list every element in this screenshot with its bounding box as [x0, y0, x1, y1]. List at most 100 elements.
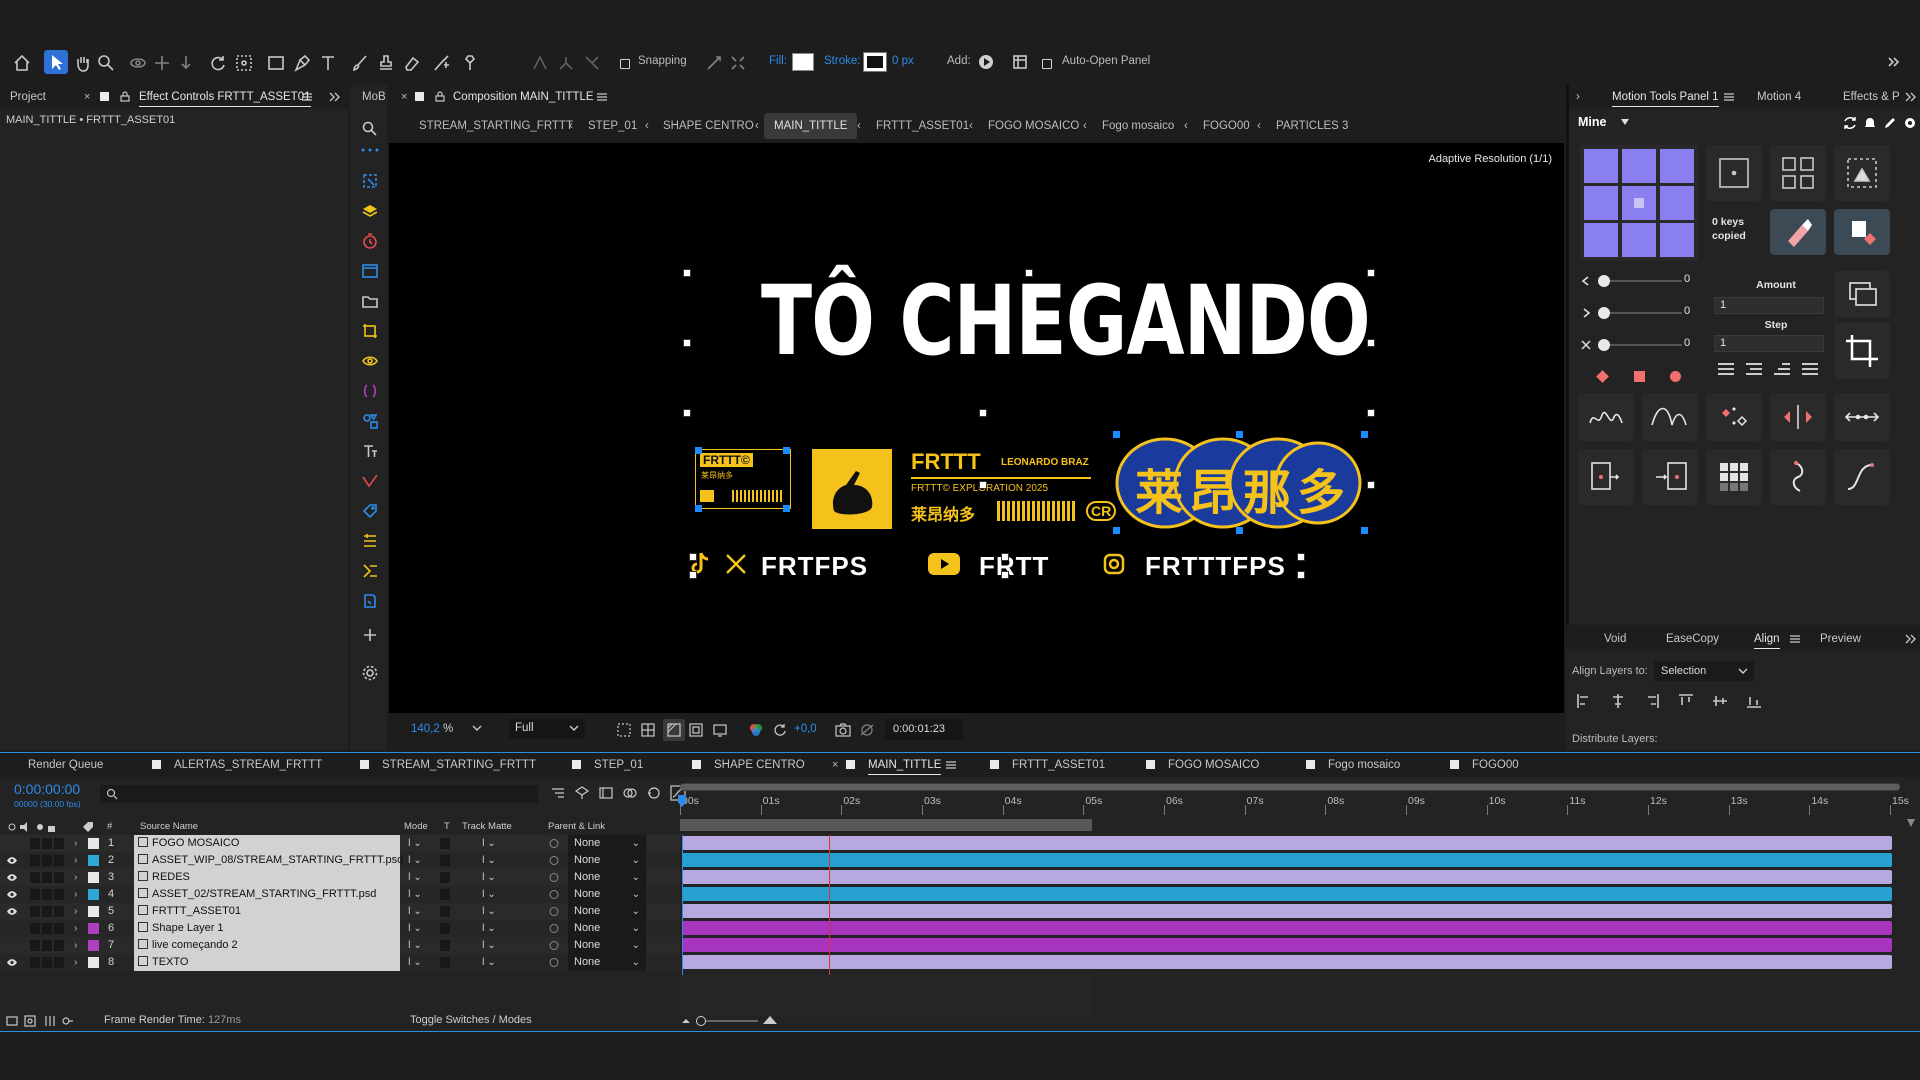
snap-extra-icon-1[interactable] [704, 53, 724, 73]
snap-extra-icon-2[interactable] [728, 53, 748, 73]
align-overflow-icon[interactable] [1904, 634, 1916, 644]
layer-duration-bar[interactable] [682, 870, 1892, 884]
brush-tool-icon[interactable] [350, 53, 370, 73]
expand-chevron-icon[interactable]: › [74, 869, 77, 886]
anchor-cell[interactable] [1660, 186, 1694, 220]
tab-alertas[interactable]: ALERTAS_STREAM_FRTTT [174, 753, 322, 777]
label-color-swatch[interactable] [88, 957, 99, 968]
parent-pickwhip-icon[interactable] [548, 903, 560, 920]
expression-icon[interactable] [362, 383, 378, 399]
parent-pickwhip-icon[interactable] [548, 937, 560, 954]
render-icon-4[interactable] [62, 1015, 74, 1027]
search-icon[interactable] [362, 121, 378, 137]
snapshot-camera-icon[interactable] [835, 723, 851, 737]
amount-field[interactable]: 1 [1714, 297, 1824, 314]
asset-handle[interactable] [1113, 527, 1120, 534]
puppet-pin-icon[interactable] [460, 53, 480, 73]
asset-handle[interactable] [1236, 431, 1243, 438]
snap-option-icon-3[interactable] [582, 53, 602, 73]
orbit-tool-icon[interactable] [128, 53, 148, 73]
track-matte-dropdown[interactable]: ǀ ⌄ [482, 869, 496, 886]
asset-handle[interactable] [695, 447, 702, 454]
lock-toggle[interactable] [54, 872, 64, 883]
selection-tool-icon[interactable] [44, 50, 68, 74]
window-icon[interactable] [362, 263, 378, 279]
crumb-main-tittle[interactable]: MAIN_TITTLE [764, 113, 858, 139]
zoom-dropdown-icon[interactable] [471, 724, 483, 734]
tag-icon[interactable] [362, 503, 378, 519]
tab-mt-expand[interactable]: › [1576, 85, 1580, 109]
lock-icon[interactable] [120, 91, 130, 102]
preserve-transparency-toggle[interactable] [440, 838, 450, 849]
audio-toggle[interactable] [30, 906, 40, 917]
transform-handle[interactable] [689, 553, 697, 561]
crop-frame-icon[interactable] [362, 323, 378, 339]
visibility-eye-icon[interactable] [6, 903, 18, 920]
layer-row[interactable]: › 5 FRTTT_ASSET01 ǀ ⌄ ǀ ⌄ None ⌄ [0, 903, 680, 920]
stroke-swatch[interactable] [863, 52, 887, 72]
solo-toggle[interactable] [42, 838, 52, 849]
timeline-zoom-slider[interactable] [696, 1016, 758, 1026]
transform-handle[interactable] [1025, 269, 1033, 277]
asset-handle[interactable] [783, 447, 790, 454]
lock-toggle[interactable] [54, 838, 64, 849]
quality-select[interactable]: Full [509, 719, 585, 739]
crumb-fogo00[interactable]: FOGO00 [1203, 113, 1250, 139]
more-dots-icon[interactable] [360, 147, 380, 153]
preserve-transparency-toggle[interactable] [440, 923, 450, 934]
transparency-grid-icon[interactable] [641, 723, 655, 737]
folder-icon[interactable] [362, 293, 378, 309]
comp-lock-icon[interactable] [435, 91, 445, 102]
text-style-icon[interactable] [362, 443, 378, 459]
track-matte-dropdown[interactable]: ǀ ⌄ [482, 954, 496, 971]
eraser-tool-icon[interactable] [402, 53, 422, 73]
settings-icon[interactable] [1902, 115, 1918, 131]
preset-name[interactable]: Mine [1578, 115, 1606, 129]
text-tool-icon[interactable] [318, 53, 338, 73]
bell-icon[interactable] [1862, 115, 1878, 131]
layer-name-cell[interactable]: FRTTT_ASSET01 [134, 903, 400, 920]
crop-button[interactable] [1834, 323, 1890, 379]
label-color-swatch[interactable] [88, 923, 99, 934]
close-tab-icon[interactable]: × [84, 91, 90, 103]
slider-knob[interactable] [1598, 307, 1610, 319]
chevron-both-icon[interactable] [1580, 339, 1592, 351]
transform-handle[interactable] [689, 571, 697, 579]
track-matte-dropdown[interactable]: ǀ ⌄ [482, 835, 496, 852]
audio-toggle[interactable] [30, 872, 40, 883]
anchor-cell[interactable] [1660, 223, 1694, 257]
expand-chevron-icon[interactable]: › [74, 937, 77, 954]
draft-3d-icon[interactable] [574, 785, 590, 801]
layer-row[interactable]: › 3 REDES ǀ ⌄ ǀ ⌄ None ⌄ [0, 869, 680, 886]
label-color-swatch[interactable] [88, 906, 99, 917]
preserve-transparency-toggle[interactable] [440, 872, 450, 883]
label-color-swatch[interactable] [88, 838, 99, 849]
tab-project[interactable]: Project [10, 85, 46, 109]
frame-blending-icon[interactable] [622, 785, 638, 801]
asset-handle[interactable] [1361, 527, 1368, 534]
layer-name-cell[interactable]: live começando 2 [134, 937, 400, 954]
shapes-icon[interactable] [362, 413, 378, 429]
mode-dropdown[interactable]: ǀ ⌄ [408, 937, 422, 954]
parent-pickwhip-icon[interactable] [548, 835, 560, 852]
lock-toggle[interactable] [54, 855, 64, 866]
layer-duration-bar[interactable] [682, 955, 1892, 969]
color-channel-icon[interactable] [749, 723, 763, 737]
transform-handle[interactable] [683, 339, 691, 347]
mirror-keys-button[interactable] [1770, 393, 1826, 441]
tab-effect-controls[interactable]: Effect Controls FRTTT_ASSET01 [139, 85, 311, 107]
lock-toggle[interactable] [54, 923, 64, 934]
graph-icon[interactable] [362, 473, 378, 489]
zoom-tool-icon[interactable] [96, 53, 116, 73]
mask-toggle-icon[interactable] [663, 719, 685, 741]
exposure-value[interactable]: +0,0 [794, 723, 817, 735]
tab-effects[interactable]: Effects & P [1843, 85, 1900, 109]
crumb-fogo-mosaico-2[interactable]: Fogo mosaico [1102, 113, 1174, 139]
shy-layers-icon[interactable] [598, 785, 614, 801]
crumb-particles3[interactable]: PARTICLES 3 [1276, 113, 1348, 139]
anchor-cell[interactable] [1660, 149, 1694, 183]
layer-name-cell[interactable]: TEXTO [134, 954, 400, 971]
grid-squares-button[interactable] [1706, 449, 1762, 505]
comp-menu-icon[interactable] [597, 92, 607, 102]
tab-preview[interactable]: Preview [1820, 627, 1861, 651]
